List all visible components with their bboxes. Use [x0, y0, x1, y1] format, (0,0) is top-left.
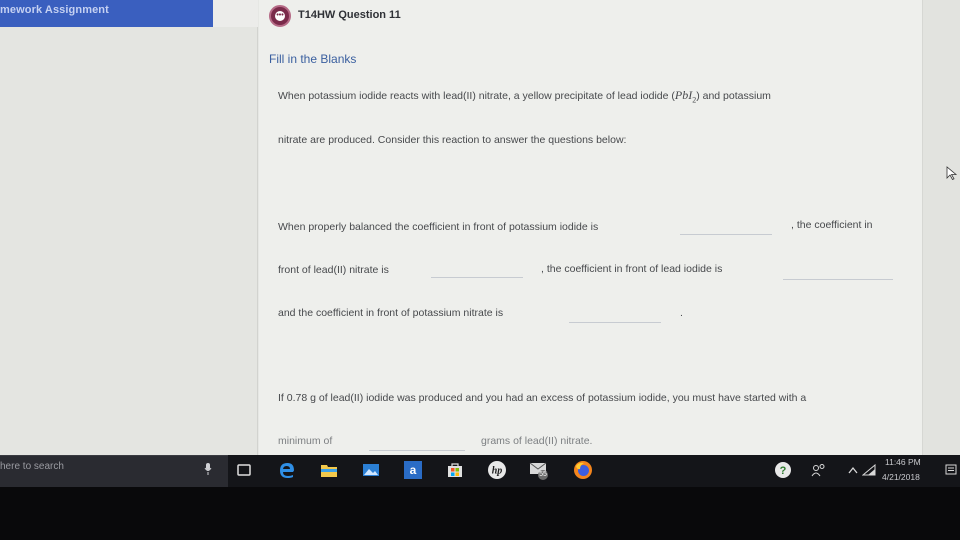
blank-grams-lead-nitrate[interactable] [369, 437, 465, 451]
prompt-lead-iodide: , the coefficient in front of lead iodid… [541, 263, 723, 275]
blank-potassium-iodide-coefficient[interactable] [680, 221, 772, 235]
file-explorer-icon[interactable] [318, 459, 340, 481]
question-title: T14HW Question 11 [298, 9, 401, 21]
blank-lead-iodide-coefficient[interactable] [783, 266, 893, 280]
intro-line-2: nitrate are produced. Consider this reac… [278, 134, 627, 146]
prompt-coefficient-in: , the coefficient in [791, 219, 873, 231]
more-dots-icon: ••• [275, 11, 285, 21]
taskbar-search[interactable]: here to search [0, 455, 228, 487]
intro-text-b: ) and potassium [696, 90, 771, 102]
sentence-period: . [680, 307, 683, 319]
assignment-header[interactable]: mework Assignment [0, 0, 213, 27]
task-view-icon[interactable] [233, 459, 255, 481]
prompt-minimum-of: minimum of [278, 435, 333, 447]
photos-app-icon[interactable] [360, 459, 382, 481]
question-menu-icon[interactable]: ••• [269, 5, 291, 27]
svg-text:hp: hp [492, 466, 503, 477]
amazon-app-icon[interactable]: a [402, 459, 424, 481]
microsoft-store-icon[interactable] [444, 459, 466, 481]
mouse-cursor-icon [946, 166, 958, 180]
intro-text-a: When potassium iodide reacts with lead(I… [278, 90, 675, 102]
prompt-lead-nitrate: front of lead(II) nitrate is [278, 264, 389, 276]
clock-time[interactable]: 11:46 PM [885, 457, 921, 467]
prompt-potassium-iodide: When properly balanced the coefficient i… [278, 221, 599, 233]
browser-viewport: mework Assignment ••• T14HW Question 11 … [0, 0, 960, 455]
question-panel: ••• T14HW Question 11 Fill in the Blanks… [259, 0, 922, 455]
blank-potassium-nitrate-coefficient[interactable] [569, 309, 661, 323]
clock-date[interactable]: 4/21/2018 [882, 472, 920, 482]
lead-iodide-formula: PbI2 [674, 88, 697, 105]
mail-unread-badge: 55 [539, 471, 547, 478]
svg-text:?: ? [780, 465, 787, 477]
blank-lead-nitrate-coefficient[interactable] [431, 264, 523, 278]
help-icon[interactable]: ? [772, 459, 794, 481]
edge-browser-icon[interactable] [276, 459, 298, 481]
page-right-margin [922, 0, 960, 455]
svg-text:a: a [410, 463, 417, 477]
notifications-icon[interactable] [940, 459, 960, 481]
monitor-bezel [0, 487, 960, 540]
search-input[interactable]: here to search [0, 461, 64, 472]
firefox-icon[interactable] [572, 459, 594, 481]
section-title: Fill in the Blanks [269, 52, 357, 66]
mail-icon[interactable]: 55 [528, 459, 550, 481]
hp-app-icon[interactable]: hp [486, 459, 508, 481]
prompt-potassium-nitrate: and the coefficient in front of potassiu… [278, 307, 504, 319]
people-icon[interactable] [808, 459, 830, 481]
assignment-title: mework Assignment [0, 4, 109, 16]
stoichiometry-prompt: If 0.78 g of lead(II) iodide was produce… [278, 392, 807, 404]
windows-taskbar: here to search a hp 55 ? 11:46 PM 4/21/2… [0, 455, 960, 487]
sidebar-header-strip [213, 0, 258, 27]
assignment-sidebar: mework Assignment [0, 0, 258, 455]
wifi-icon[interactable] [858, 459, 880, 481]
prompt-grams-lead-nitrate: grams of lead(II) nitrate. [481, 435, 593, 447]
microphone-icon[interactable] [204, 463, 212, 475]
intro-line-1: When potassium iodide reacts with lead(I… [278, 88, 771, 104]
